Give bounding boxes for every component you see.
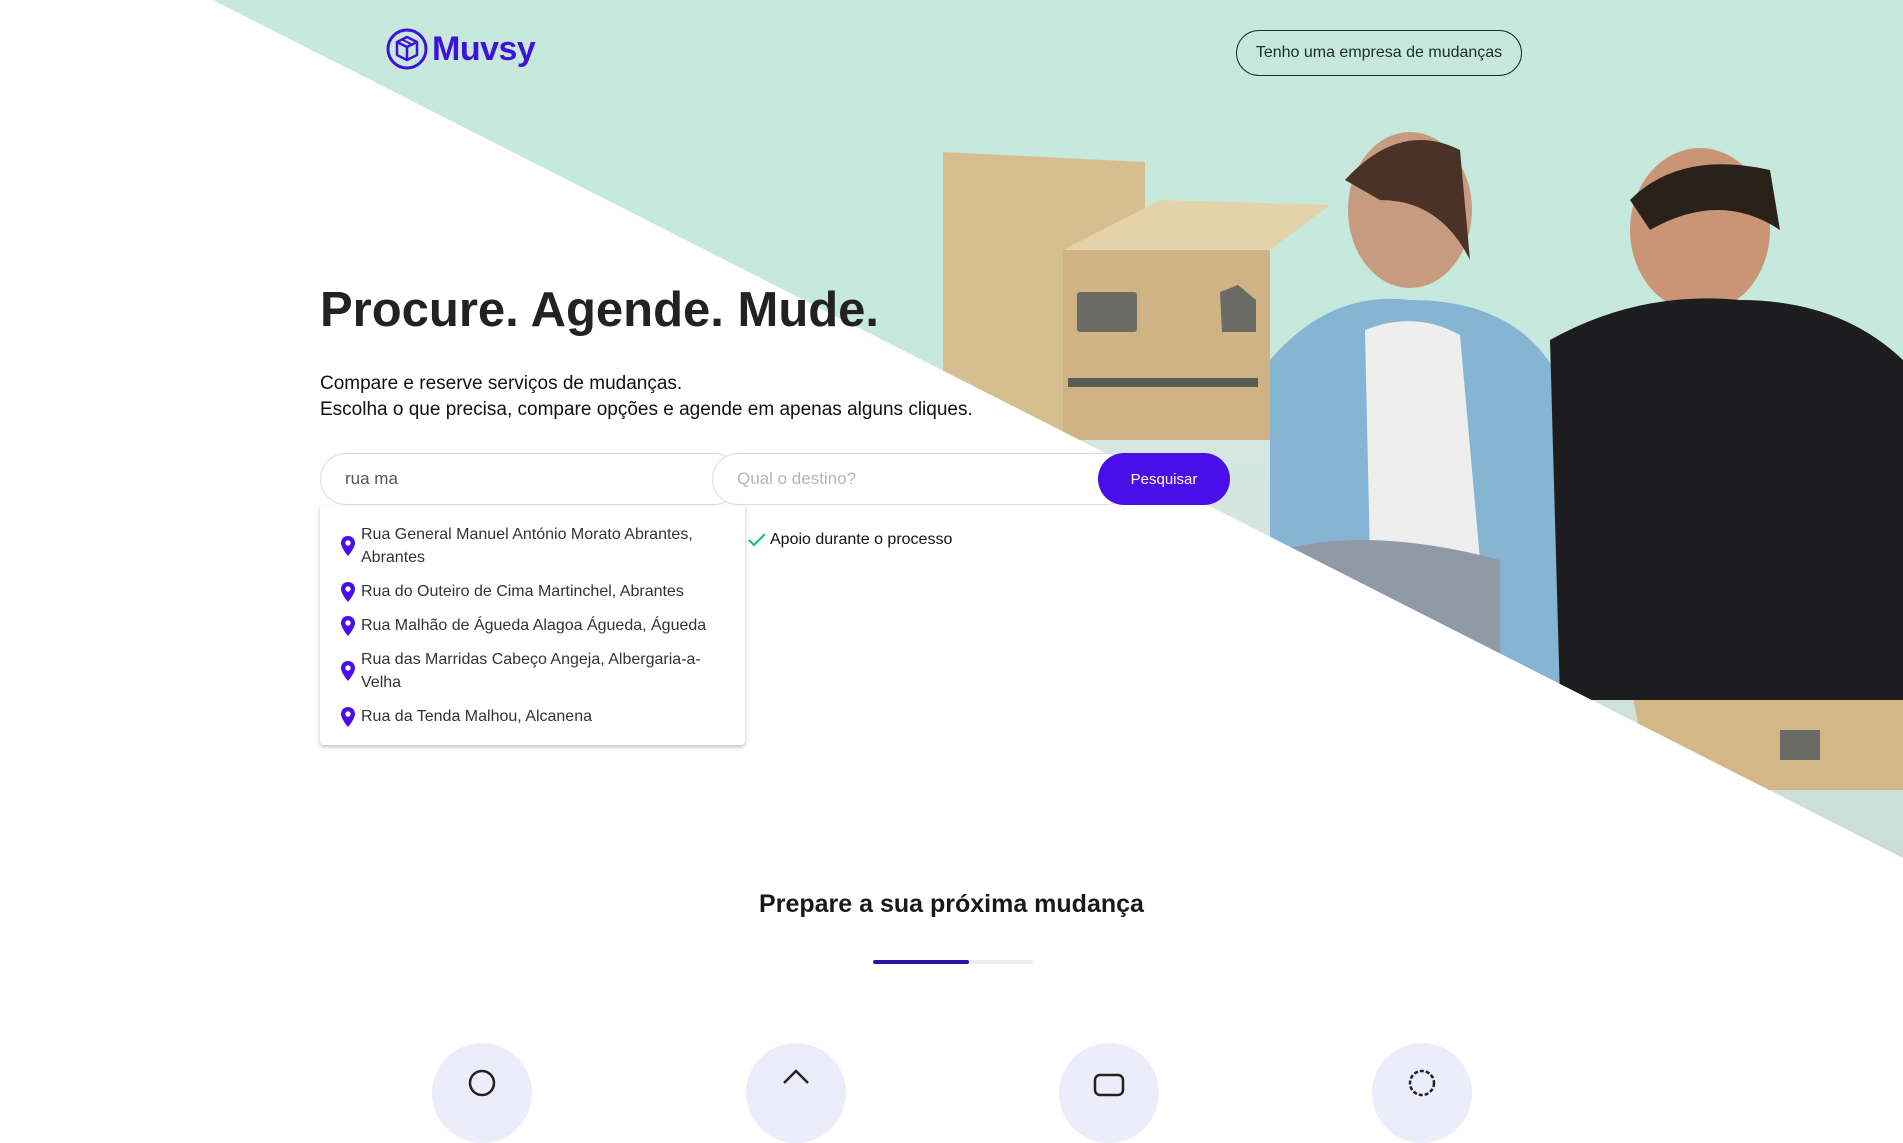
suggestion-item[interactable]: Rua Malhão de Águeda Alagoa Águeda, Águe…	[320, 614, 745, 637]
hero-background	[213, 0, 1903, 858]
location-pin-icon	[341, 615, 355, 636]
feature-label: Apoio durante o processo	[770, 531, 953, 548]
section-title: Prepare a sua próxima mudança	[759, 890, 1144, 918]
badge-icon	[1408, 1069, 1436, 1097]
origin-input[interactable]	[320, 453, 740, 505]
feature-item: Apoio durante o processo	[748, 531, 952, 549]
person-icon	[468, 1069, 496, 1097]
logo[interactable]: Muvsy	[386, 28, 536, 70]
suggestion-item[interactable]: Rua General Manuel António Morato Abrant…	[320, 523, 745, 569]
carousel-progress	[873, 960, 1033, 964]
check-icon	[748, 533, 766, 547]
site-header: Muvsy Tenho uma empresa de mudanças	[0, 0, 1903, 105]
box-logo-icon	[386, 28, 428, 70]
suggestion-label: Rua General Manuel António Morato Abrant…	[361, 526, 693, 566]
home-icon	[783, 1069, 809, 1084]
carousel-progress-fill	[873, 960, 969, 964]
suggestion-label: Rua do Outeiro de Cima Martinchel, Abran…	[361, 583, 684, 600]
suggestion-label: Rua das Marridas Cabeço Angeja, Albergar…	[361, 651, 701, 691]
search-bar: Pesquisar	[320, 453, 1230, 505]
location-pin-icon	[341, 706, 355, 727]
address-suggestions-dropdown: Rua General Manuel António Morato Abrant…	[320, 506, 745, 745]
hero-subtitle: Compare e reserve serviços de mudanças. …	[320, 371, 973, 423]
suggestion-label: Rua da Tenda Malhou, Alcanena	[361, 708, 592, 725]
truck-icon	[1093, 1073, 1125, 1097]
service-card-icon[interactable]	[1059, 1043, 1159, 1143]
company-signup-button[interactable]: Tenho uma empresa de mudanças	[1236, 30, 1522, 76]
search-button[interactable]: Pesquisar	[1098, 453, 1230, 505]
suggestion-item[interactable]: Rua da Tenda Malhou, Alcanena	[320, 705, 745, 728]
hero-subtitle-line-2: Escolha o que precisa, compare opções e …	[320, 399, 973, 420]
suggestion-item[interactable]: Rua do Outeiro de Cima Martinchel, Abran…	[320, 580, 745, 603]
page-title: Procure. Agende. Mude.	[320, 283, 880, 337]
suggestion-label: Rua Malhão de Águeda Alagoa Águeda, Águe…	[361, 617, 707, 634]
brand-name: Muvsy	[432, 29, 536, 68]
destination-input[interactable]	[712, 453, 1132, 505]
service-card-icon[interactable]	[746, 1043, 846, 1143]
service-card-icon[interactable]	[1372, 1043, 1472, 1143]
service-card-icon[interactable]	[432, 1043, 532, 1143]
hero-subtitle-line-1: Compare e reserve serviços de mudanças.	[320, 373, 683, 394]
location-pin-icon	[341, 536, 355, 556]
suggestion-item[interactable]: Rua das Marridas Cabeço Angeja, Albergar…	[320, 648, 745, 694]
location-pin-icon	[341, 581, 355, 602]
location-pin-icon	[341, 661, 355, 681]
